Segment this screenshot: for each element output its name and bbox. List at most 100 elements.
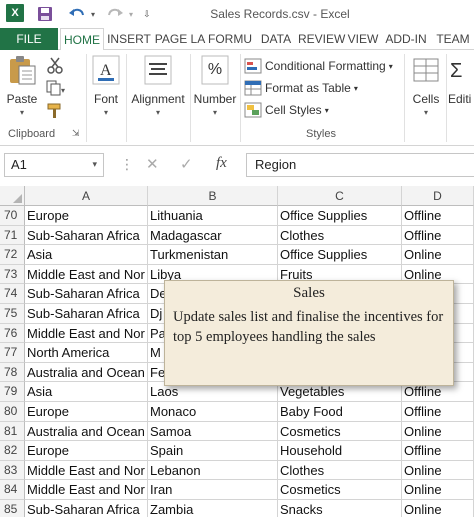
cell-item-type[interactable]: Household [278,441,402,461]
cell-comment[interactable]: Sales Update sales list and finalise the… [164,280,454,386]
undo-dropdown-icon[interactable]: ▾ [88,4,98,24]
formula-input[interactable]: Region [246,153,474,177]
excel-logo-icon[interactable]: X [6,4,24,22]
cell-region[interactable]: Sub-Saharan Africa [25,500,148,517]
cell-sales-channel[interactable]: Offline [402,402,474,422]
select-all-corner[interactable] [0,186,25,206]
row-header[interactable]: 79 [0,382,25,402]
tab-formulas[interactable]: FORMU [206,28,254,50]
row-header[interactable]: 77 [0,343,25,363]
row-header[interactable]: 80 [0,402,25,422]
cell-region[interactable]: North America [25,343,148,363]
cell-item-type[interactable]: Clothes [278,225,402,246]
cell-region[interactable]: Middle East and Nor [25,264,148,285]
editing-button[interactable]: Σ Editi [448,54,474,106]
cell-sales-channel[interactable]: Online [402,421,474,442]
cell-region[interactable]: Middle East and Nor [25,480,148,500]
cell-country[interactable]: Madagascar [148,225,278,246]
cell-region[interactable]: Europe [25,441,148,461]
tab-page-layout[interactable]: PAGE LA [154,28,206,50]
font-button[interactable]: A Font ▾ [90,54,122,117]
cell-item-type[interactable]: Office Supplies [278,245,402,265]
row-header[interactable]: 74 [0,284,25,304]
cell-item-type[interactable]: Snacks [278,500,402,517]
row-header[interactable]: 70 [0,206,25,226]
cell-country[interactable]: Turkmenistan [148,245,278,265]
row-header[interactable]: 81 [0,421,25,442]
cell-country[interactable]: Lithuania [148,206,278,226]
cell-item-type[interactable]: Baby Food [278,402,402,422]
tab-view[interactable]: VIEW [346,28,380,50]
cell-sales-channel[interactable]: Offline [402,441,474,461]
cell-region[interactable]: Asia [25,382,148,402]
row-header[interactable]: 73 [0,264,25,285]
cell-region[interactable]: Australia and Ocean [25,362,148,383]
format-as-table-button[interactable]: Format as Table ▾ [244,78,358,98]
row-header[interactable]: 85 [0,500,25,517]
tab-add-ins[interactable]: ADD-IN [382,28,430,50]
cell-sales-channel[interactable]: Online [402,245,474,265]
tab-file[interactable]: FILE [0,28,58,50]
paste-dropdown-icon[interactable]: ▾ [20,108,24,117]
cell-item-type[interactable]: Clothes [278,460,402,481]
cell-region[interactable]: Middle East and Nor [25,460,148,481]
cells-button[interactable]: Cells ▾ [408,54,444,117]
row-header[interactable]: 75 [0,304,25,324]
enter-icon[interactable]: ✓ [180,155,193,173]
copy-icon[interactable]: ▾ [46,80,66,99]
row-header[interactable]: 76 [0,323,25,344]
name-box-dropdown-icon[interactable]: ▾ [92,159,97,170]
cell-country[interactable]: Samoa [148,421,278,442]
cell-region[interactable]: Sub-Saharan Africa [25,284,148,304]
undo-icon[interactable] [66,4,88,24]
cell-sales-channel[interactable]: Online [402,480,474,500]
insert-function-icon[interactable]: fx [216,155,227,172]
cell-sales-channel[interactable]: Online [402,460,474,481]
cell-item-type[interactable]: Cosmetics [278,421,402,442]
redo-icon[interactable] [104,4,126,24]
number-button[interactable]: % Number ▾ [193,54,237,117]
tab-home[interactable]: HOME [60,28,104,51]
cell-region[interactable]: Europe [25,206,148,226]
cell-region[interactable]: Sub-Saharan Africa [25,304,148,324]
tab-team[interactable]: TEAM [432,28,474,50]
cell-item-type[interactable]: Cosmetics [278,480,402,500]
cell-styles-button[interactable]: Cell Styles ▾ [244,100,329,120]
cell-region[interactable]: Europe [25,402,148,422]
column-header-b[interactable]: B [148,186,278,206]
cell-region[interactable]: Sub-Saharan Africa [25,225,148,246]
save-icon[interactable] [36,4,54,24]
column-header-a[interactable]: A [25,186,148,206]
cell-sales-channel[interactable]: Offline [402,206,474,226]
cell-country[interactable]: Monaco [148,402,278,422]
redo-dropdown-icon[interactable]: ▾ [126,4,136,24]
customize-qat-icon[interactable]: ⇩ [142,4,152,24]
cell-sales-channel[interactable]: Offline [402,225,474,246]
row-header[interactable]: 83 [0,460,25,481]
column-header-d[interactable]: D [402,186,474,206]
cell-item-type[interactable]: Office Supplies [278,206,402,226]
column-header-c[interactable]: C [278,186,402,206]
cell-region[interactable]: Asia [25,245,148,265]
format-painter-icon[interactable] [46,102,64,123]
alignment-button[interactable]: Alignment ▾ [130,54,186,117]
cell-region[interactable]: Australia and Ocean [25,421,148,442]
tab-review[interactable]: REVIEW [298,28,345,50]
conditional-formatting-button[interactable]: Conditional Formatting ▾ [244,56,393,76]
row-header[interactable]: 84 [0,480,25,500]
cell-country[interactable]: Zambia [148,500,278,517]
cell-region[interactable]: Middle East and Nor [25,323,148,344]
name-box[interactable]: A1 ▾ [4,153,104,177]
row-header[interactable]: 72 [0,245,25,265]
cut-icon[interactable] [46,56,64,77]
cell-country[interactable]: Spain [148,441,278,461]
cancel-icon[interactable]: ✕ [146,155,159,173]
cell-sales-channel[interactable]: Online [402,500,474,517]
row-header[interactable]: 78 [0,362,25,383]
paste-button[interactable]: Paste ▾ [6,54,38,117]
formula-bar-grip-icon[interactable]: ⋮ [120,156,134,173]
cell-country[interactable]: Lebanon [148,460,278,481]
row-header[interactable]: 71 [0,225,25,246]
tab-data[interactable]: DATA [256,28,296,50]
row-header[interactable]: 82 [0,441,25,461]
